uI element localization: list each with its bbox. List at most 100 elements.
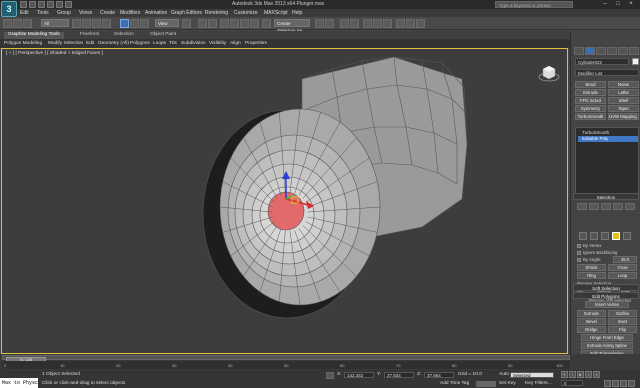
hold-icon[interactable]: [65, 1, 72, 8]
ribbon-polygon-modeling[interactable]: Polygon Modeling: [4, 41, 42, 46]
object-name-field[interactable]: Cylinder022: [575, 58, 629, 65]
go-to-start-icon[interactable]: «: [561, 371, 568, 378]
ribbon-properties[interactable]: Properties: [245, 41, 267, 46]
create-tab-icon[interactable]: [574, 47, 584, 55]
tab-freeform[interactable]: Freeform: [76, 32, 103, 39]
show-end-result-icon[interactable]: [589, 203, 599, 210]
time-slider[interactable]: 0 / 100: [2, 355, 570, 362]
track-bar[interactable]: 0 10 20 30 40 50 60 70 80 90 100: [2, 361, 570, 369]
plunger-mesh[interactable]: [2, 49, 568, 354]
ribbon-align[interactable]: Align: [230, 41, 241, 46]
viewcube-icon[interactable]: [538, 61, 560, 83]
modify-tab-icon[interactable]: [585, 47, 595, 55]
app-logo-icon[interactable]: 3: [1, 1, 17, 17]
select-manipulate-icon[interactable]: [198, 19, 207, 28]
hinge-from-edge-button[interactable]: Hinge From Edge: [581, 334, 633, 341]
menu-group[interactable]: Group: [57, 10, 71, 16]
redo-icon[interactable]: [56, 1, 63, 8]
ribbon-subdivision[interactable]: Subdivision: [181, 41, 206, 46]
hierarchy-tab-icon[interactable]: [596, 47, 606, 55]
snaps-toggle-icon[interactable]: [220, 19, 229, 28]
ignore-backfacing-checkbox[interactable]: [577, 251, 581, 255]
render-setup-icon[interactable]: [396, 19, 405, 28]
save-file-icon[interactable]: [38, 1, 45, 8]
inset-button[interactable]: Inset: [608, 318, 637, 325]
menu-views[interactable]: Views: [79, 10, 92, 16]
search-input[interactable]: Type a keyword or phrase: [495, 1, 573, 8]
ribbon-polygons[interactable]: Polygons: [130, 41, 150, 46]
material-editor-icon[interactable]: [383, 19, 392, 28]
current-frame-field[interactable]: 0: [561, 380, 583, 386]
modifier-uvw-mapping-button[interactable]: UVW Mapping Cl: [608, 113, 639, 120]
stack-item-editable-poly[interactable]: Editable Poly: [578, 136, 638, 142]
ribbon-loops[interactable]: Loops: [153, 41, 166, 46]
menu-maxscript[interactable]: MAXScript: [264, 10, 288, 16]
open-file-icon[interactable]: [29, 1, 36, 8]
window-crossing-icon[interactable]: [102, 19, 111, 28]
tab-graphite-modeling-tools[interactable]: Graphite Modeling Tools: [4, 32, 64, 39]
selection-filter-dropdown[interactable]: All: [41, 19, 69, 27]
ribbon-tris[interactable]: Tris: [169, 41, 177, 46]
render-production-icon[interactable]: [416, 19, 425, 28]
schematic-view-icon[interactable]: [373, 19, 382, 28]
modifier-turbosmooth-button[interactable]: TurboSmooth: [575, 113, 606, 120]
modifier-lathe-button[interactable]: Lathe: [608, 89, 639, 96]
menu-create[interactable]: Create: [100, 10, 115, 16]
go-to-end-icon[interactable]: »: [593, 371, 600, 378]
soft-selection-rollout-header[interactable]: Soft Selection: [573, 284, 639, 291]
tab-object-paint[interactable]: Object Paint: [146, 32, 180, 39]
layer-manager-icon[interactable]: [340, 19, 349, 28]
flip-button[interactable]: Flip: [608, 326, 637, 333]
angle-snap-icon[interactable]: [230, 19, 239, 28]
set-key-button[interactable]: Set Key: [499, 381, 516, 386]
modifier-taper-button[interactable]: Taper: [608, 105, 639, 112]
key-mode-dropdown[interactable]: Selected: [510, 372, 554, 378]
lock-selection-icon[interactable]: [326, 372, 334, 379]
display-tab-icon[interactable]: [618, 47, 628, 55]
remove-modifier-icon[interactable]: [613, 203, 623, 210]
pan-icon[interactable]: [612, 380, 619, 387]
ribbon-visibility[interactable]: Visibility: [209, 41, 226, 46]
select-object-icon[interactable]: [72, 19, 81, 28]
pin-stack-icon[interactable]: [577, 203, 587, 210]
select-and-rotate-icon[interactable]: [130, 19, 139, 28]
menu-edit[interactable]: Edit: [20, 10, 29, 16]
previous-frame-icon[interactable]: ‹: [569, 371, 576, 378]
loop-button[interactable]: Loop: [608, 272, 637, 279]
pivot-center-icon[interactable]: [182, 19, 191, 28]
mirror-icon[interactable]: [315, 19, 324, 28]
shrink-button[interactable]: Shrink: [577, 264, 606, 271]
menu-customize[interactable]: Customize: [234, 10, 258, 16]
play-icon[interactable]: ▸: [577, 371, 584, 378]
select-and-move-icon[interactable]: [120, 19, 129, 28]
graphite-toggle-icon[interactable]: [350, 19, 359, 28]
maxscript-listener[interactable]: Max to Physc: [0, 378, 38, 388]
minimize-icon[interactable]: –: [599, 0, 611, 8]
curve-editor-icon[interactable]: [363, 19, 372, 28]
edge-mode-icon[interactable]: [590, 232, 598, 240]
polygon-mode-icon[interactable]: [612, 232, 620, 240]
select-by-name-icon[interactable]: [82, 19, 91, 28]
undo-toolbar-icon[interactable]: [3, 19, 12, 28]
next-frame-icon[interactable]: ›: [585, 371, 592, 378]
y-coordinate-field[interactable]: 27.834: [384, 372, 414, 378]
bevel-button[interactable]: Bevel: [577, 318, 606, 325]
zoom-icon[interactable]: [604, 380, 611, 387]
menu-modifiers[interactable]: Modifiers: [120, 10, 140, 16]
link-icon[interactable]: [23, 19, 32, 28]
menu-help[interactable]: Help: [292, 10, 302, 16]
extrude-button[interactable]: Extrude: [577, 310, 606, 317]
insert-vertex-button[interactable]: Insert Vertex: [585, 301, 629, 308]
modifier-ffd-button[interactable]: FFD 3x3x3: [575, 97, 606, 104]
ribbon-geometry-all[interactable]: Geometry (All): [98, 41, 129, 46]
rectangular-selection-icon[interactable]: [92, 19, 101, 28]
make-unique-icon[interactable]: [601, 203, 611, 210]
angle-spinner[interactable]: 45.0: [613, 256, 637, 263]
modifier-symmetry-button[interactable]: Symmetry: [575, 105, 606, 112]
tab-selection[interactable]: Selection: [110, 32, 138, 39]
spinner-snap-icon[interactable]: [250, 19, 259, 28]
orbit-icon[interactable]: [620, 380, 627, 387]
ring-button[interactable]: Ring: [577, 272, 606, 279]
modifier-shell-button[interactable]: Shell: [608, 97, 639, 104]
configure-modifier-sets-icon[interactable]: [625, 203, 635, 210]
